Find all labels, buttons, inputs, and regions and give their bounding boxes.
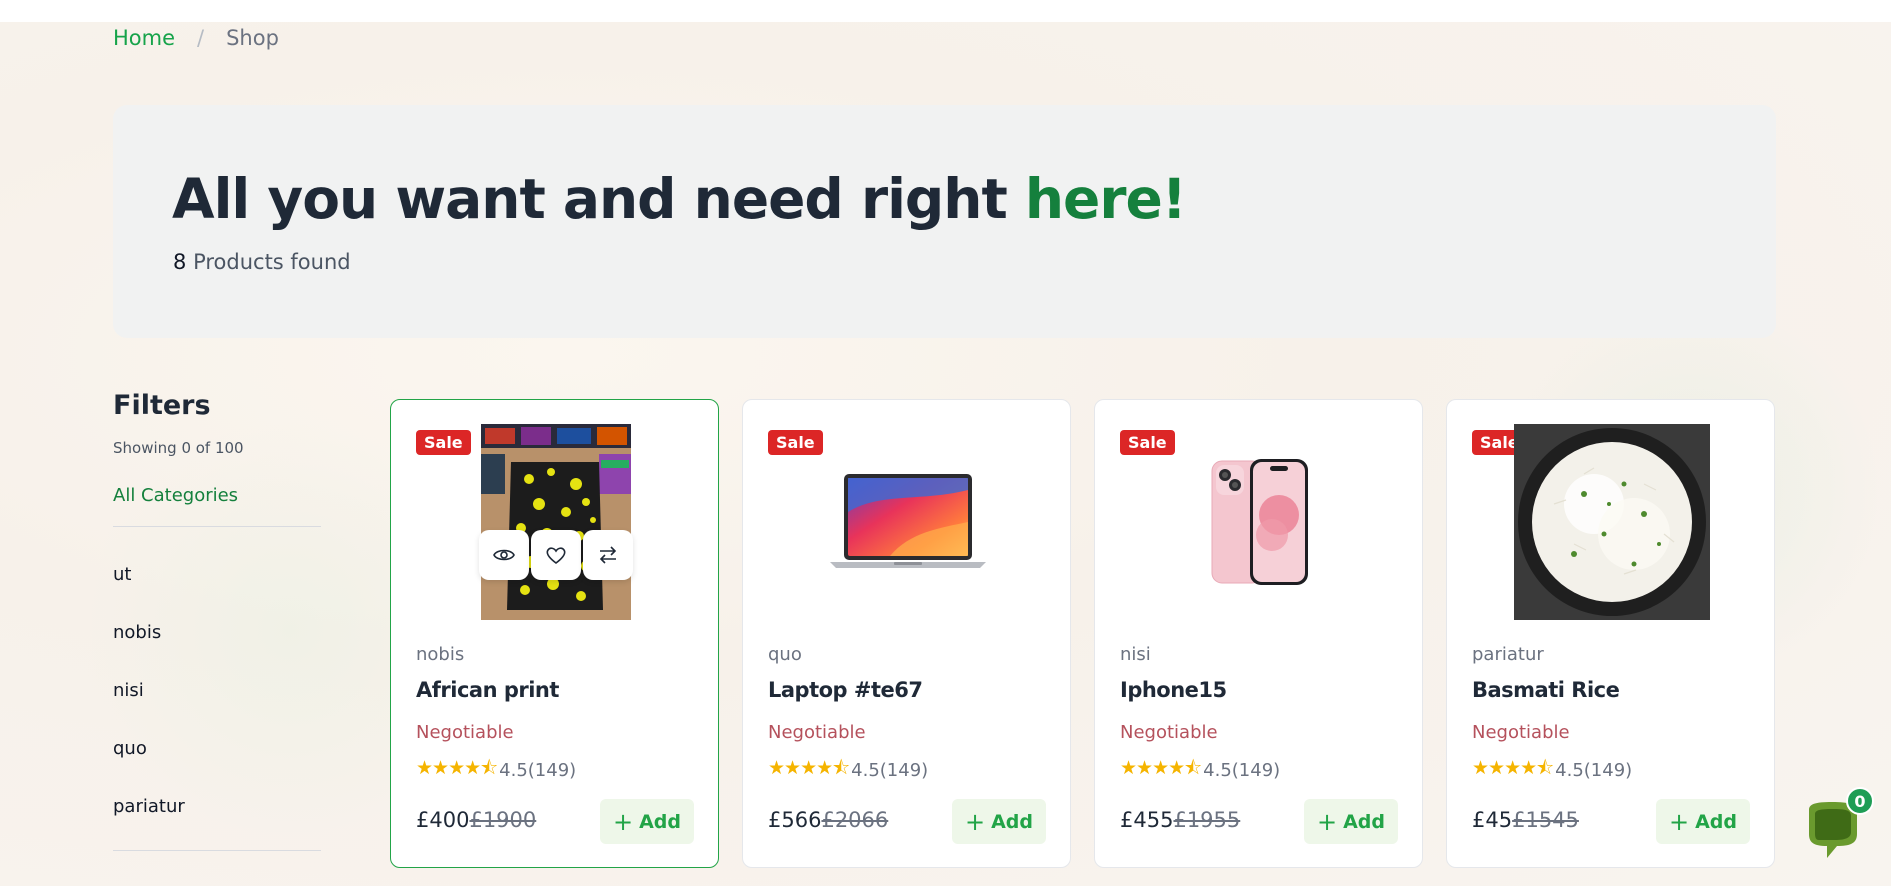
product-price: £45£1545	[1472, 808, 1579, 832]
negotiable-label: Negotiable	[416, 722, 514, 743]
product-image-area	[743, 424, 1072, 620]
product-category: pariatur	[1472, 644, 1544, 665]
review-count: (149)	[527, 759, 577, 781]
top-bar	[0, 0, 1891, 22]
category-list: ut nobis nisi quo pariatur	[113, 545, 321, 835]
page-title-main: All you want and need right	[172, 167, 1008, 231]
negotiable-label: Negotiable	[1472, 722, 1570, 743]
product-category: nisi	[1120, 644, 1151, 665]
rating-value: 4.5	[851, 759, 880, 781]
rice-image[interactable]	[1513, 424, 1710, 620]
plus-icon: +	[612, 807, 634, 836]
old-price: £1955	[1173, 808, 1241, 832]
chat-unread-badge: 0	[1846, 787, 1874, 815]
quick-actions	[479, 530, 633, 580]
add-to-cart-button[interactable]: + Add	[1656, 799, 1750, 844]
product-image-area	[1447, 424, 1776, 620]
laptop-image[interactable]	[829, 472, 986, 572]
product-name[interactable]: Laptop #te67	[768, 678, 923, 702]
category-item-pariatur[interactable]: pariatur	[113, 777, 321, 835]
old-price: £1900	[469, 808, 537, 832]
plus-icon: +	[1668, 807, 1690, 836]
add-to-cart-button[interactable]: + Add	[1304, 799, 1398, 844]
product-rating: ★★★★⯪ 4.5 (149)	[768, 754, 928, 786]
star-rating-icon: ★★★★⯪	[416, 757, 498, 779]
product-name[interactable]: Iphone15	[1120, 678, 1227, 702]
products-found-count: 8	[173, 250, 187, 274]
filter-all-categories[interactable]: All Categories	[113, 485, 321, 506]
review-count: (149)	[1231, 759, 1281, 781]
rating-value: 4.5	[1555, 759, 1584, 781]
product-rating: ★★★★⯪ 4.5 (149)	[1120, 754, 1280, 786]
rating-value: 4.5	[499, 759, 528, 781]
review-count: (149)	[1583, 759, 1633, 781]
product-rating: ★★★★⯪ 4.5 (149)	[1472, 754, 1632, 786]
negotiable-label: Negotiable	[768, 722, 866, 743]
star-rating-icon: ★★★★⯪	[768, 757, 850, 779]
category-item-nobis[interactable]: nobis	[113, 603, 321, 661]
plus-icon: +	[964, 807, 986, 836]
rating-value: 4.5	[1203, 759, 1232, 781]
product-image-area	[391, 424, 720, 620]
filters-showing: Showing 0 of 100	[113, 439, 244, 457]
product-category: nobis	[416, 644, 465, 665]
page-title: All you want and need right here!	[172, 167, 1187, 231]
wishlist-button[interactable]	[531, 530, 581, 580]
add-label: Add	[1343, 810, 1385, 833]
compare-button[interactable]	[583, 530, 633, 580]
breadcrumb-home-link[interactable]: Home	[113, 26, 175, 50]
product-price: £400£1900	[416, 808, 536, 832]
add-to-cart-button[interactable]: + Add	[600, 799, 694, 844]
product-name[interactable]: African print	[416, 678, 559, 702]
current-price: £455	[1120, 808, 1174, 832]
star-rating-icon: ★★★★⯪	[1472, 757, 1554, 779]
current-price: £566	[768, 808, 822, 832]
product-name[interactable]: Basmati Rice	[1472, 678, 1620, 702]
old-price: £2066	[821, 808, 889, 832]
add-label: Add	[639, 810, 681, 833]
heart-icon	[546, 547, 566, 565]
product-rating: ★★★★⯪ 4.5 (149)	[416, 754, 576, 786]
product-card[interactable]: Sale nobis African print Negotiable ★★★★…	[390, 399, 719, 868]
compare-icon	[599, 546, 617, 564]
divider	[113, 850, 321, 851]
breadcrumb: Home / Shop	[113, 26, 279, 50]
add-label: Add	[991, 810, 1033, 833]
review-count: (149)	[879, 759, 929, 781]
category-item-quo[interactable]: quo	[113, 719, 321, 777]
hero-banner: All you want and need right here! 8 Prod…	[113, 105, 1776, 338]
category-item-nisi[interactable]: nisi	[113, 661, 321, 719]
page-title-accent: here!	[1024, 167, 1187, 231]
filters-sidebar: Filters Showing 0 of 100 All Categories …	[113, 390, 321, 851]
breadcrumb-separator: /	[197, 26, 205, 50]
fabric-image[interactable]	[480, 424, 631, 620]
filters-title: Filters	[113, 390, 211, 421]
quick-view-button[interactable]	[479, 530, 529, 580]
product-card[interactable]: Sale nisi Iphone15 Negotiable ★★★★⯪ 4.5(…	[1094, 399, 1423, 868]
add-label: Add	[1695, 810, 1737, 833]
eye-icon	[493, 549, 515, 561]
products-found-label: Products found	[193, 250, 351, 274]
products-found: 8 Products found	[173, 250, 351, 274]
divider	[113, 526, 321, 527]
product-price: £566£2066	[768, 808, 888, 832]
negotiable-label: Negotiable	[1120, 722, 1218, 743]
product-image-area	[1095, 424, 1424, 620]
product-category: quo	[768, 644, 802, 665]
breadcrumb-current: Shop	[226, 26, 279, 50]
current-price: £400	[416, 808, 470, 832]
product-card[interactable]: Sale quo Laptop #te67 Negotiable ★★★★⯪ 4…	[742, 399, 1071, 868]
current-price: £45	[1472, 808, 1513, 832]
phone-image[interactable]	[1210, 457, 1310, 587]
star-rating-icon: ★★★★⯪	[1120, 757, 1202, 779]
product-price: £455£1955	[1120, 808, 1240, 832]
old-price: £1545	[1512, 808, 1579, 832]
add-to-cart-button[interactable]: + Add	[952, 799, 1046, 844]
plus-icon: +	[1316, 807, 1338, 836]
product-card[interactable]: Sale pariatur Basmati Rice Negotiable ★★…	[1446, 399, 1775, 868]
category-item-ut[interactable]: ut	[113, 545, 321, 603]
